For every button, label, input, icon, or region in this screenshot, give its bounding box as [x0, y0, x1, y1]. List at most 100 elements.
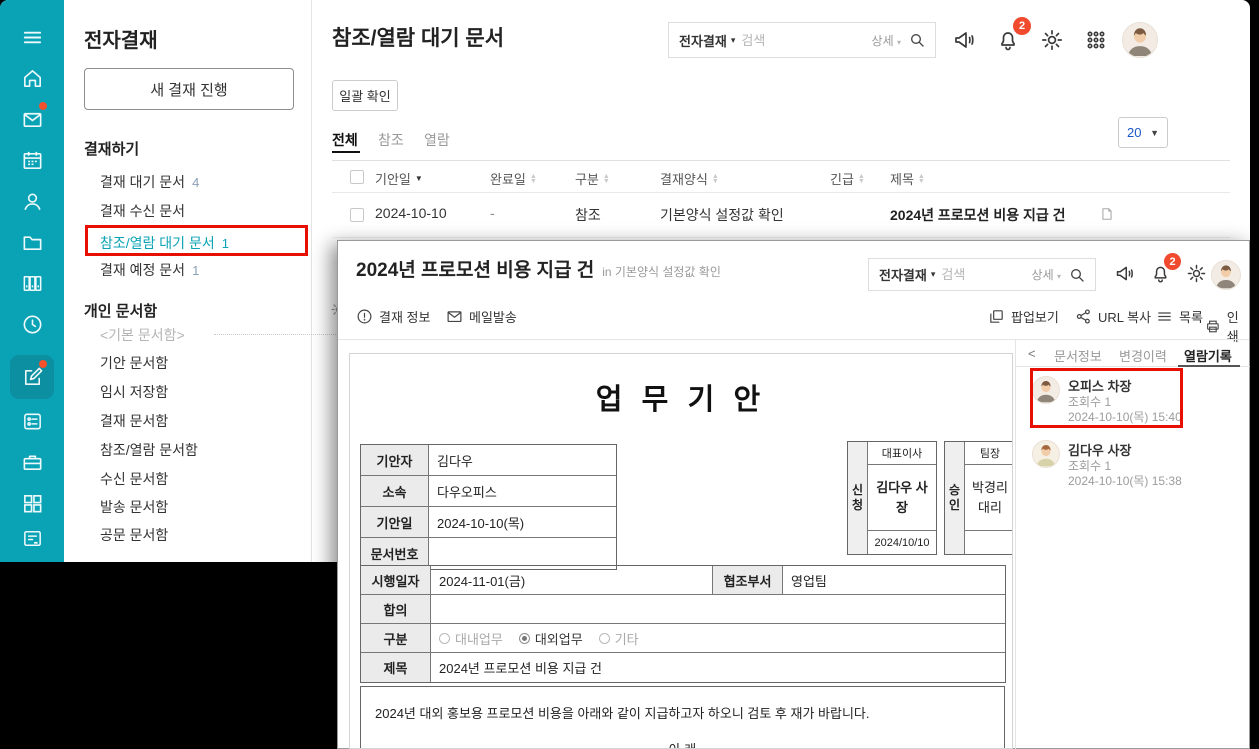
- row-draft-date: 2024-10-10: [375, 205, 447, 221]
- viewer-avatar: [1032, 376, 1060, 404]
- field-value: 영업팀: [783, 566, 1005, 594]
- tab-all[interactable]: 전체: [332, 130, 358, 150]
- viewer-time: 2024-10-10(목) 15:38: [1068, 472, 1182, 489]
- sidebar-item-temp-box[interactable]: 임시 저장함: [100, 382, 168, 402]
- tab-view-log[interactable]: 열람기록: [1184, 346, 1232, 365]
- folder-icon[interactable]: [10, 220, 54, 264]
- search-detail-dropdown[interactable]: 상세 ▾: [1032, 266, 1061, 283]
- survey-icon[interactable]: [10, 399, 54, 443]
- bulk-confirm-button[interactable]: 일괄 확인: [332, 80, 398, 111]
- col-draft-date[interactable]: 기안일▼: [375, 169, 423, 188]
- search-input[interactable]: [741, 33, 871, 48]
- user-avatar[interactable]: [1211, 260, 1241, 290]
- collapse-panel-chevron[interactable]: <: [1028, 346, 1036, 361]
- approval-stamp-request: 신청 대표이사 김다우 사장 2024/10/10: [847, 441, 937, 555]
- document-side-panel: < 문서정보 변경이력 열람기록 오피스 차장 조회수 1 2024-10-10…: [1015, 340, 1250, 749]
- row-title-link[interactable]: 2024년 프로모션 비용 지급 건: [890, 205, 1066, 225]
- count-badge: 1: [222, 236, 229, 251]
- radio-internal[interactable]: 대내업무: [439, 629, 503, 648]
- list-header-row: 기안일▼ 완료일▲▼ 구분▲▼ 결재양식▲▼ 긴급▲▼ 제목▲▼: [332, 160, 1230, 193]
- search-scope-dropdown[interactable]: 전자결재: [869, 265, 931, 284]
- tab-cc[interactable]: 참조: [378, 130, 404, 150]
- col-type[interactable]: 구분▲▼: [575, 169, 610, 188]
- contacts-icon[interactable]: [10, 179, 54, 223]
- stamp-role: 대표이사: [868, 442, 936, 465]
- sidebar-item-cc-view-waiting-docs[interactable]: 참조/열람 대기 문서1: [100, 233, 229, 253]
- radio-etc[interactable]: 기타: [599, 629, 639, 648]
- sort-icon: ▲▼: [603, 174, 610, 184]
- col-form[interactable]: 결재양식▲▼: [660, 169, 719, 188]
- stamp-date: [965, 530, 1013, 554]
- search-scope-dropdown[interactable]: 전자결재: [669, 31, 731, 50]
- field-label: 시행일자: [361, 566, 431, 594]
- select-all-checkbox[interactable]: [350, 170, 364, 184]
- page-size-select[interactable]: 20▼: [1118, 117, 1168, 148]
- calendar-icon[interactable]: [10, 138, 54, 182]
- mail-icon[interactable]: [10, 97, 54, 141]
- drafter-info-table: 기안자김다우 소속다우오피스 기안일2024-10-10(목) 문서번호: [360, 444, 617, 570]
- divider-dotted: [214, 334, 354, 335]
- approval-compose-icon[interactable]: [10, 355, 54, 399]
- search-detail-dropdown[interactable]: 상세 ▾: [872, 32, 901, 49]
- sidebar-item-approved-box[interactable]: 결재 문서함: [100, 411, 168, 431]
- tab-doc-info[interactable]: 문서정보: [1054, 346, 1102, 365]
- sidebar-item-sent-box[interactable]: 발송 문서함: [100, 497, 168, 517]
- sidebar-item-received-docs[interactable]: 결재 수신 문서: [100, 201, 185, 221]
- new-approval-button[interactable]: 새 결재 진행: [84, 68, 294, 110]
- back-to-list-button[interactable]: 목록: [1156, 307, 1203, 326]
- sidebar-item-scheduled-docs[interactable]: 결재 예정 문서1: [100, 260, 199, 280]
- mail-alert-dot: [39, 102, 47, 110]
- home-icon[interactable]: [10, 56, 54, 100]
- sort-icon: ▲▼: [712, 174, 719, 184]
- search-icon[interactable]: [1069, 267, 1085, 283]
- settings-gear-icon[interactable]: [1040, 28, 1064, 52]
- sidebar-item-official-box[interactable]: 공문 문서함: [100, 525, 168, 545]
- document-body-box: 2024년 대외 홍보용 프로모션 비용을 아래와 같이 지급하고자 하오니 검…: [360, 686, 1005, 749]
- radio-icon: [599, 633, 610, 644]
- stamp-name: 김다우 사장: [868, 465, 936, 530]
- global-search-bar: 전자결재 ▾ 상세 ▾: [868, 258, 1096, 291]
- tab-active-underline: [332, 151, 360, 153]
- search-icon[interactable]: [909, 32, 925, 48]
- info-value: 2024-10-10(목): [429, 507, 616, 537]
- tab-view[interactable]: 열람: [424, 130, 450, 150]
- row-checkbox[interactable]: [350, 208, 364, 222]
- send-mail-button[interactable]: 메일발송: [446, 307, 517, 326]
- search-input[interactable]: [941, 267, 1031, 282]
- share-icon: [1075, 308, 1092, 325]
- sidebar-item-received-box[interactable]: 수신 문서함: [100, 469, 168, 489]
- notification-badge: 2: [1164, 253, 1181, 270]
- envelope-icon: [446, 308, 463, 325]
- document-viewer-window: 2024년 프로모션 비용 지급 건in 기본양식 설정값 확인 전자결재 ▾ …: [337, 240, 1250, 749]
- app-launcher-icon[interactable]: [1084, 28, 1108, 52]
- document-body-below: - 아 래 -: [361, 739, 1004, 749]
- board-icon[interactable]: [10, 516, 54, 560]
- sidebar-item-waiting-docs[interactable]: 결재 대기 문서4: [100, 172, 199, 192]
- settings-gear-icon[interactable]: [1186, 263, 1207, 284]
- sidebar-item-cc-view-box[interactable]: 참조/열람 문서함: [100, 440, 198, 460]
- document-page-icon[interactable]: [1100, 207, 1114, 221]
- tab-change-history[interactable]: 변경이력: [1119, 346, 1167, 365]
- sidebar-item-draft-box[interactable]: 기안 문서함: [100, 353, 168, 373]
- global-search-bar: 전자결재 ▾ 상세 ▾: [668, 22, 936, 58]
- count-badge: 4: [192, 175, 199, 190]
- list-icon: [1156, 308, 1173, 325]
- clock-icon[interactable]: [10, 302, 54, 346]
- menu-icon[interactable]: [10, 15, 54, 59]
- table-row[interactable]: 2024-10-10 - 참조 기본양식 설정값 확인 2024년 프로모션 비…: [332, 193, 1230, 238]
- approval-info-button[interactable]: 결재 정보: [356, 307, 430, 326]
- col-title[interactable]: 제목▲▼: [890, 169, 925, 188]
- notification-badge: 2: [1013, 17, 1031, 35]
- approval-stamp-approve: 승인 팀장 박경리 대리: [944, 441, 1013, 555]
- copy-url-button[interactable]: URL 복사: [1075, 307, 1151, 326]
- user-avatar[interactable]: [1122, 22, 1158, 58]
- col-urgent[interactable]: 긴급▲▼: [830, 169, 865, 188]
- chevron-down-icon: ▾: [731, 35, 736, 46]
- archive-icon[interactable]: [10, 261, 54, 305]
- popup-view-button[interactable]: 팝업보기: [988, 307, 1059, 326]
- announcement-icon[interactable]: [1114, 263, 1135, 284]
- announcement-icon[interactable]: [952, 28, 976, 52]
- col-complete-date[interactable]: 완료일▲▼: [490, 169, 537, 188]
- briefcase-icon[interactable]: [10, 440, 54, 484]
- radio-external[interactable]: 대외업무: [519, 629, 583, 648]
